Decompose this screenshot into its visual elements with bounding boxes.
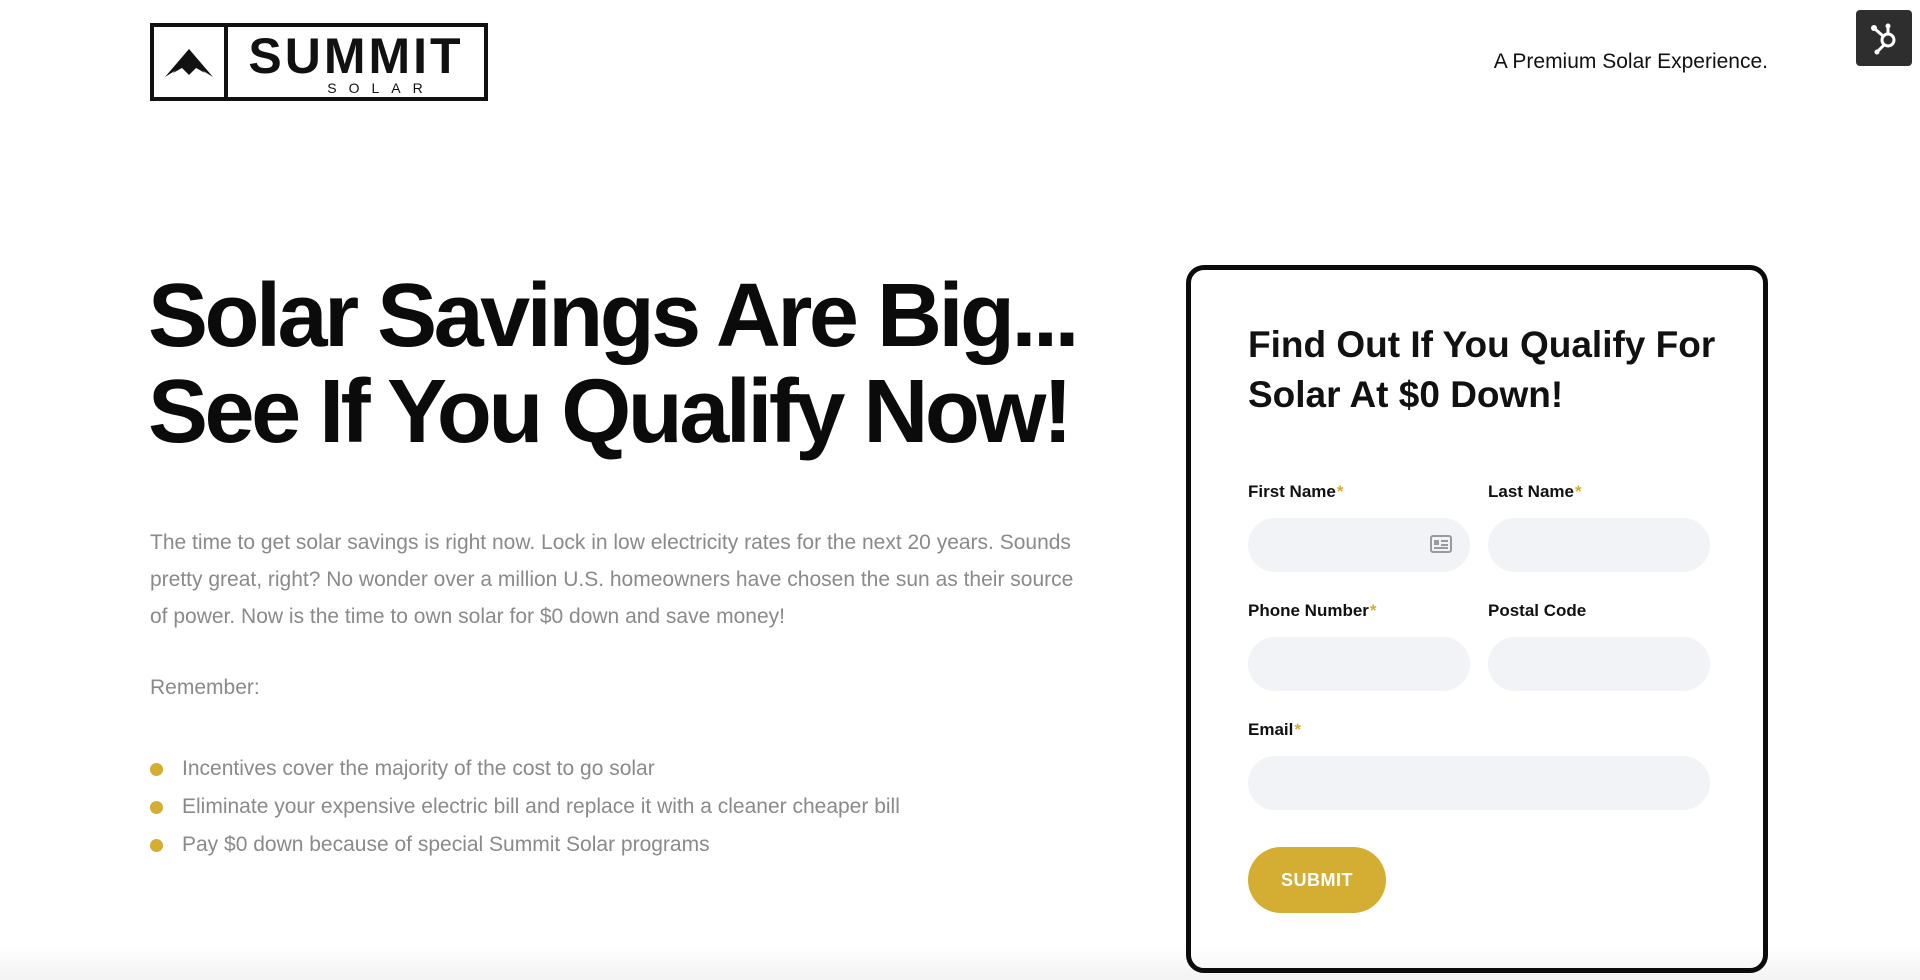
- bullet-dot-icon: [150, 800, 163, 814]
- postal-code-field-group: Postal Code: [1488, 601, 1710, 691]
- form-title: Find Out If You Qualify For Solar At $0 …: [1248, 324, 1716, 415]
- contact-card-icon[interactable]: [1430, 535, 1452, 553]
- mountain-peak-icon: [154, 27, 228, 97]
- phone-label: Phone Number*: [1248, 601, 1470, 625]
- submit-button[interactable]: SUBMIT: [1248, 847, 1386, 913]
- benefit-list: Incentives cover the majority of the cos…: [150, 750, 900, 864]
- remember-label: Remember:: [150, 676, 260, 699]
- logo-word: SUMMIT: [248, 28, 464, 84]
- last-name-field-group: Last Name*: [1488, 482, 1710, 572]
- email-field-group: Email*: [1248, 720, 1710, 810]
- list-item: Eliminate your expensive electric bill a…: [150, 788, 900, 826]
- summit-solar-logo[interactable]: SUMMIT SOLAR: [150, 23, 488, 101]
- bottom-shadow: [0, 945, 1920, 980]
- qualify-form-card: Find Out If You Qualify For Solar At $0 …: [1186, 265, 1768, 973]
- bullet-dot-icon: [150, 838, 163, 852]
- hero-title-line-2: See If You Qualify Now!: [148, 362, 1073, 462]
- logo-text: SUMMIT SOLAR: [228, 27, 484, 97]
- phone-label-text: Phone Number: [1248, 601, 1369, 620]
- logo-subword: SOLAR: [327, 80, 435, 96]
- hero-title: Solar Savings Are Big... See If You Qual…: [148, 268, 1108, 460]
- required-marker: *: [1574, 482, 1582, 501]
- postal-code-input[interactable]: [1488, 637, 1710, 691]
- hero-body: The time to get solar savings is right n…: [150, 531, 1074, 628]
- phone-field-group: Phone Number*: [1248, 601, 1470, 691]
- list-item-text: Eliminate your expensive electric bill a…: [182, 795, 900, 818]
- last-name-input[interactable]: [1488, 518, 1710, 572]
- required-marker: *: [1336, 482, 1344, 501]
- list-item: Pay $0 down because of special Summit So…: [150, 826, 900, 864]
- required-marker: *: [1369, 601, 1377, 620]
- email-label: Email*: [1248, 720, 1710, 744]
- first-name-field-group: First Name*: [1248, 482, 1470, 572]
- first-name-input[interactable]: [1248, 518, 1470, 572]
- last-name-label: Last Name*: [1488, 482, 1710, 506]
- email-label-text: Email: [1248, 720, 1294, 739]
- hero-title-line-1: Solar Savings Are Big...: [148, 266, 1079, 366]
- first-name-label-text: First Name: [1248, 482, 1336, 501]
- header-tagline: A Premium Solar Experience.: [1493, 50, 1768, 73]
- list-item-text: Incentives cover the majority of the cos…: [182, 757, 655, 780]
- required-marker: *: [1294, 720, 1301, 739]
- hubspot-sprocket-icon[interactable]: [1856, 10, 1912, 66]
- last-name-label-text: Last Name: [1488, 482, 1574, 501]
- phone-input[interactable]: [1248, 637, 1470, 691]
- first-name-label: First Name*: [1248, 482, 1470, 506]
- list-item: Incentives cover the majority of the cos…: [150, 750, 900, 788]
- email-input[interactable]: [1248, 756, 1710, 810]
- bullet-dot-icon: [150, 762, 163, 776]
- postal-code-label: Postal Code: [1488, 601, 1587, 620]
- list-item-text: Pay $0 down because of special Summit So…: [182, 833, 710, 856]
